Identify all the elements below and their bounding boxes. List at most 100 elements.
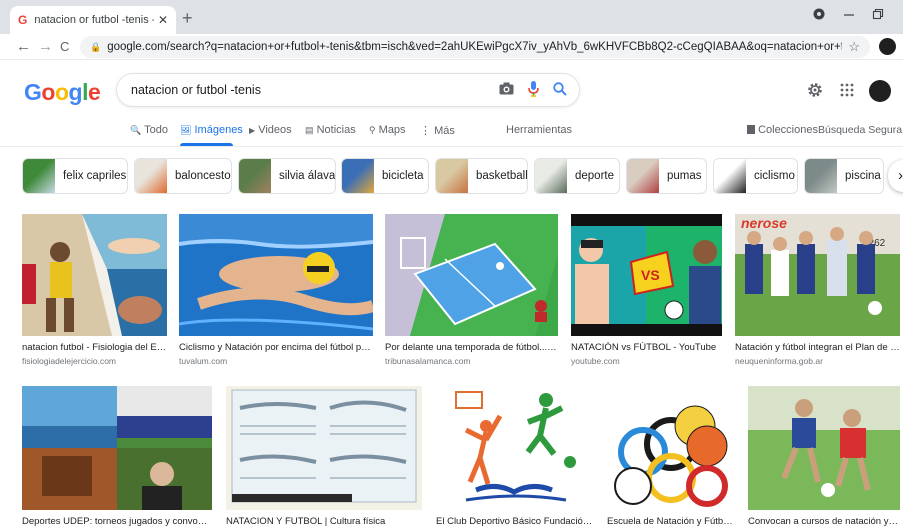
- chip-thumbnail: [23, 159, 55, 193]
- image-result[interactable]: nerose 2262 Natación y fútbol integran e…: [735, 214, 900, 366]
- chip-thumbnail: [627, 159, 659, 193]
- search-box[interactable]: natacion or futbol -tenis: [116, 73, 580, 107]
- logo-letter: e: [87, 79, 101, 105]
- search-icon[interactable]: [553, 81, 567, 99]
- microphone-icon[interactable]: [528, 80, 539, 100]
- more-vert-icon: ⋮: [420, 125, 431, 137]
- url-text: google.com/search?q=natacion+or+futbol+-…: [107, 41, 842, 53]
- collections-link[interactable]: Colecciones: [747, 124, 818, 136]
- safe-search-dropdown[interactable]: Búsqueda Segura ▾: [818, 124, 903, 136]
- result-caption[interactable]: Por delante una temporada de fútbol... ¿…: [385, 342, 558, 353]
- result-caption[interactable]: Ciclismo y Natación por encima del fútbo…: [179, 342, 373, 353]
- account-avatar[interactable]: [869, 80, 891, 102]
- result-caption[interactable]: El Club Deportivo Básico Fundación CIE..…: [436, 516, 593, 527]
- result-caption[interactable]: Escuela de Natación y Fútbol M...: [607, 516, 735, 527]
- result-image[interactable]: [607, 386, 735, 510]
- image-result[interactable]: NATACION Y FUTBOL | Cultura física: [226, 386, 422, 527]
- result-caption[interactable]: Deportes UDEP: torneos jugados y convoca…: [22, 516, 212, 527]
- search-tabs: 🔍 Todo 🖼 Imágenes ▶ Videos ▤ Noticias ⚲ …: [0, 118, 903, 144]
- image-result[interactable]: Escuela de Natación y Fútbol M...: [607, 386, 735, 527]
- result-source: fisiologiadelejercicio.com: [22, 356, 117, 366]
- result-image[interactable]: VS: [571, 214, 722, 336]
- tab-label: Videos: [258, 124, 292, 136]
- collections-icon: [747, 125, 755, 134]
- result-caption[interactable]: natacion futbol - Fisiologia del Ejerc..…: [22, 342, 167, 353]
- result-image[interactable]: [436, 386, 593, 510]
- tab-all[interactable]: 🔍 Todo: [130, 124, 168, 136]
- new-tab-button[interactable]: +: [182, 8, 193, 29]
- result-image[interactable]: [22, 214, 167, 336]
- chip-label: bicicleta: [382, 170, 424, 182]
- restore-icon[interactable]: [872, 8, 884, 23]
- suggestion-chip[interactable]: ciclismo: [713, 158, 798, 194]
- bookmark-star-icon[interactable]: ☆: [848, 39, 860, 55]
- result-caption[interactable]: Natación y fútbol integran el Plan de Ve…: [735, 342, 900, 353]
- reload-button[interactable]: C: [60, 39, 69, 54]
- google-logo[interactable]: Google: [24, 79, 101, 106]
- chip-thumbnail: [239, 159, 271, 193]
- chip-scroll-next-button[interactable]: ›: [888, 160, 903, 192]
- suggestion-chip[interactable]: felix capriles: [22, 158, 128, 194]
- result-caption[interactable]: Convocan a cursos de natación y fútb...: [748, 516, 900, 527]
- image-result[interactable]: Por delante una temporada de fútbol... ¿…: [385, 214, 558, 366]
- header-divider: [0, 146, 903, 147]
- browser-tab[interactable]: G natacion or futbol -tenis - Búsqu ✕: [10, 6, 176, 34]
- image-result[interactable]: Deportes UDEP: torneos jugados y convoca…: [22, 386, 212, 527]
- tab-images[interactable]: 🖼 Imágenes: [180, 124, 243, 136]
- chip-label: silvia álava: [279, 170, 336, 182]
- search-query[interactable]: natacion or futbol -tenis: [131, 83, 485, 97]
- vs-badge-text: VS: [641, 267, 660, 283]
- collections-label: Colecciones: [758, 124, 818, 136]
- address-bar-row: ← → C 🔒 google.com/search?q=natacion+or+…: [0, 34, 903, 60]
- banner-text: nerose: [741, 215, 787, 231]
- tab-more[interactable]: ⋮ Más: [420, 124, 455, 137]
- browser-profile-avatar[interactable]: [879, 38, 896, 55]
- suggestion-chip[interactable]: pumas: [626, 158, 707, 194]
- suggestion-chip[interactable]: baloncesto: [134, 158, 232, 194]
- logo-letter: g: [68, 79, 83, 105]
- tab-label: Todo: [144, 124, 168, 136]
- tab-label: Maps: [378, 124, 406, 136]
- image-result[interactable]: Ciclismo y Natación por encima del fútbo…: [179, 214, 373, 366]
- back-button[interactable]: ←: [16, 38, 31, 55]
- suggestion-chip[interactable]: bicicleta: [341, 158, 429, 194]
- result-image[interactable]: [226, 386, 422, 510]
- image-result[interactable]: Convocan a cursos de natación y fútb...: [748, 386, 900, 527]
- tools-button[interactable]: Herramientas: [506, 124, 572, 136]
- close-tab-icon[interactable]: ✕: [158, 13, 168, 27]
- tab-videos[interactable]: ▶ Videos: [249, 124, 292, 136]
- result-image[interactable]: [748, 386, 900, 510]
- image-result[interactable]: El Club Deportivo Básico Fundación CIE..…: [436, 386, 593, 527]
- result-source: youtube.com: [571, 356, 620, 366]
- apps-grid-icon[interactable]: [840, 83, 854, 102]
- chip-thumbnail: [714, 159, 746, 193]
- result-image[interactable]: nerose 2262: [735, 214, 900, 336]
- chip-thumbnail: [535, 159, 567, 193]
- chip-label: pumas: [667, 170, 702, 182]
- forward-button[interactable]: →: [38, 38, 53, 55]
- url-bar[interactable]: 🔒 google.com/search?q=natacion+or+futbol…: [80, 36, 870, 58]
- image-result[interactable]: natacion futbol - Fisiologia del Ejerc..…: [22, 214, 167, 366]
- chip-label: basketball: [476, 170, 528, 182]
- camera-icon[interactable]: [499, 82, 514, 98]
- chip-thumbnail: [805, 159, 837, 193]
- result-image[interactable]: [22, 386, 212, 510]
- result-source: tribunasalamanca.com: [385, 356, 471, 366]
- suggestion-chip[interactable]: deporte: [534, 158, 620, 194]
- result-caption[interactable]: NATACIÓN vs FÚTBOL - YouTube: [571, 342, 722, 353]
- tab-maps[interactable]: ⚲ Maps: [369, 124, 406, 136]
- suggestion-chip[interactable]: piscina: [804, 158, 884, 194]
- logo-letter: o: [54, 79, 69, 105]
- chip-thumbnail: [135, 159, 167, 193]
- result-image[interactable]: [385, 214, 558, 336]
- minimize-icon[interactable]: [843, 8, 855, 23]
- result-image[interactable]: [179, 214, 373, 336]
- suggestion-chip[interactable]: basketball: [435, 158, 528, 194]
- result-caption[interactable]: NATACION Y FUTBOL | Cultura física: [226, 516, 422, 527]
- image-result[interactable]: VS NATACIÓN vs FÚTBOL - YouTube youtube.…: [571, 214, 722, 366]
- suggestion-chip[interactable]: silvia álava: [238, 158, 336, 194]
- settings-gear-icon[interactable]: [807, 82, 823, 103]
- tab-news[interactable]: ▤ Noticias: [305, 124, 356, 136]
- chip-thumbnail: [436, 159, 468, 193]
- profile-menu-icon[interactable]: [813, 8, 825, 23]
